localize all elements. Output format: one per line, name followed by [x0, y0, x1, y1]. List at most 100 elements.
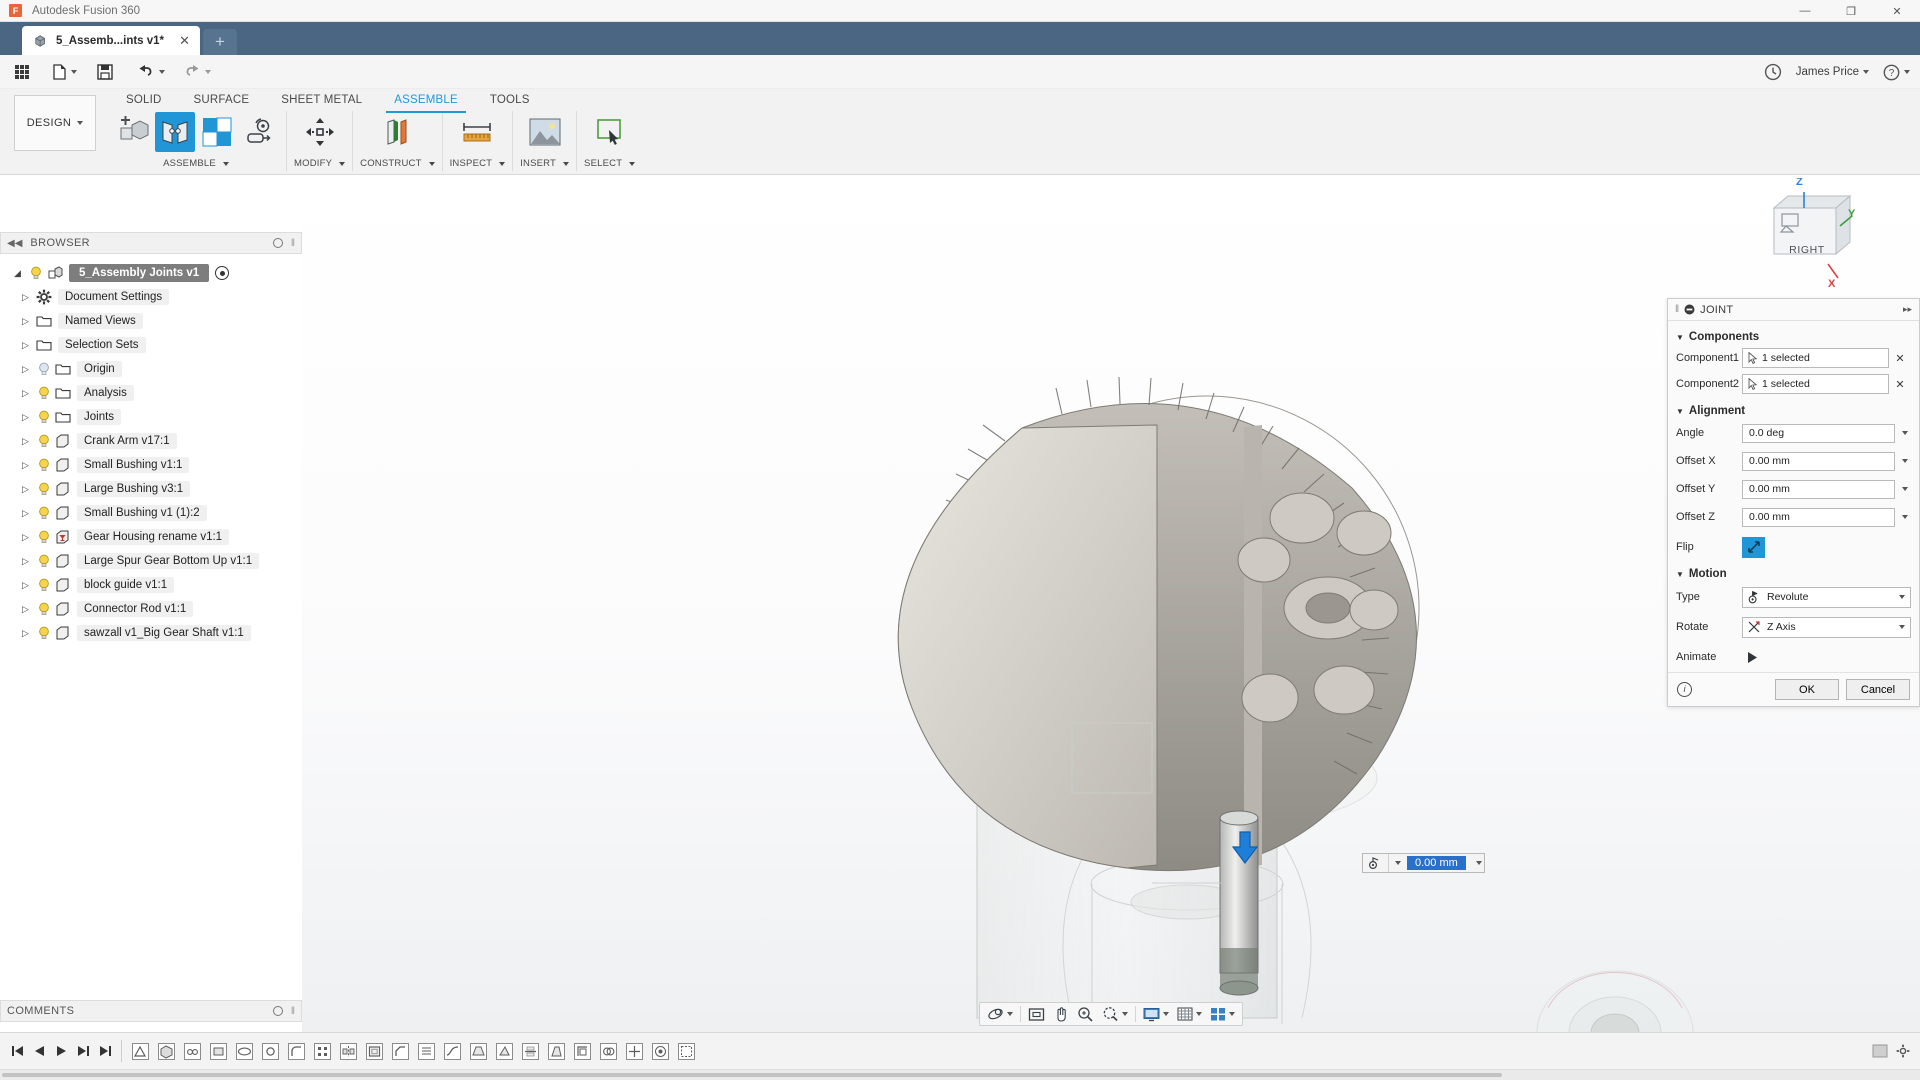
alignment-section-header[interactable]: ▼ Alignment: [1668, 397, 1919, 419]
expand-arrow-icon[interactable]: ▷: [22, 532, 36, 543]
expand-arrow-icon[interactable]: ▷: [22, 484, 36, 495]
offset-z-dropdown-button[interactable]: [1895, 515, 1911, 519]
offset-z-input[interactable]: 0.00 mm: [1742, 507, 1895, 527]
app-grid-button[interactable]: [8, 59, 36, 85]
tree-row-joints[interactable]: ▷ Joints: [0, 405, 302, 429]
timeline-ruler[interactable]: [0, 1069, 1920, 1080]
timeline-feature[interactable]: [205, 1038, 231, 1064]
component1-clear-button[interactable]: ✕: [1889, 352, 1911, 365]
tree-row-analysis[interactable]: ▷ Analysis: [0, 381, 302, 405]
minimize-button[interactable]: —: [1782, 0, 1828, 22]
visibility-bulb-icon[interactable]: [36, 529, 52, 545]
comments-header[interactable]: COMMENTS ‖: [0, 1000, 302, 1022]
timeline-feature[interactable]: [413, 1038, 439, 1064]
tree-row-selection-sets[interactable]: ▷ Selection Sets: [0, 333, 302, 357]
visibility-bulb-icon[interactable]: [36, 361, 52, 377]
new-file-button[interactable]: [46, 59, 83, 85]
expand-arrow-icon[interactable]: ▷: [22, 388, 36, 399]
tree-row-crank-arm[interactable]: ▷ Crank Arm v17:1: [0, 429, 302, 453]
select-button[interactable]: [590, 112, 630, 152]
zoom-button[interactable]: [1073, 1003, 1098, 1025]
ribbon-tab-solid[interactable]: SOLID: [110, 89, 178, 111]
expand-arrow-icon[interactable]: ▷: [22, 580, 36, 591]
value-dropdown-button[interactable]: [1470, 861, 1484, 865]
joint-offset-value[interactable]: 0.00 mm: [1407, 856, 1466, 870]
new-tab-button[interactable]: +: [203, 29, 237, 55]
history-icon[interactable]: [1764, 63, 1782, 81]
offset-y-dropdown-button[interactable]: [1895, 487, 1911, 491]
timeline-play-button[interactable]: [50, 1038, 72, 1064]
redo-button[interactable]: [177, 59, 217, 85]
ribbon-group-label-inspect[interactable]: INSPECT: [450, 158, 506, 171]
visibility-bulb-icon[interactable]: [36, 385, 52, 401]
expand-icon[interactable]: ▸▸: [1903, 304, 1912, 315]
ribbon-group-label-modify[interactable]: MODIFY: [294, 158, 346, 171]
expand-arrow-icon[interactable]: ▷: [22, 436, 36, 447]
ribbon-group-label-assemble[interactable]: ASSEMBLE: [163, 158, 229, 171]
tree-row-named-views[interactable]: ▷ Named Views: [0, 309, 302, 333]
timeline-settings-icon[interactable]: [1896, 1044, 1910, 1058]
ribbon-tab-assemble[interactable]: ASSEMBLE: [378, 89, 474, 113]
timeline-feature[interactable]: [673, 1038, 699, 1064]
timeline-feature[interactable]: [647, 1038, 673, 1064]
timeline-feature[interactable]: [387, 1038, 413, 1064]
expand-arrow-icon[interactable]: ▷: [22, 316, 36, 327]
component1-selection-field[interactable]: 1 selected: [1742, 348, 1889, 368]
expand-arrow-icon[interactable]: ▷: [22, 628, 36, 639]
animate-play-button[interactable]: [1742, 651, 1764, 664]
offset-x-dropdown-button[interactable]: [1895, 459, 1911, 463]
tree-row-big-gear-shaft[interactable]: ▷ sawzall v1_Big Gear Shaft v1:1: [0, 621, 302, 645]
ribbon-group-label-insert[interactable]: INSERT: [520, 158, 570, 171]
timeline-feature[interactable]: [569, 1038, 595, 1064]
angle-dropdown-button[interactable]: [1895, 431, 1911, 435]
timeline-go-end-button[interactable]: [94, 1038, 116, 1064]
panel-resize-handle[interactable]: ‖: [291, 238, 295, 249]
component2-clear-button[interactable]: ✕: [1889, 378, 1911, 391]
workspace-switcher[interactable]: DESIGN: [14, 95, 96, 151]
visibility-bulb-icon[interactable]: [36, 409, 52, 425]
timeline-feature[interactable]: [257, 1038, 283, 1064]
close-icon[interactable]: ✕: [179, 33, 190, 49]
grid-snap-button[interactable]: [1173, 1003, 1206, 1025]
tree-row-document-settings[interactable]: ▷ Document Settings: [0, 285, 302, 309]
expand-arrow-icon[interactable]: ▷: [22, 364, 36, 375]
motion-type-select[interactable]: Revolute: [1742, 586, 1911, 608]
expand-arrow-icon[interactable]: ▷: [22, 292, 36, 303]
expand-arrow-icon[interactable]: ▷: [22, 340, 36, 351]
joint-dialog-header[interactable]: ‖ JOINT ▸▸: [1668, 299, 1919, 321]
tree-row-block-guide[interactable]: ▷ block guide v1:1: [0, 573, 302, 597]
visibility-bulb-icon[interactable]: [36, 601, 52, 617]
undo-button[interactable]: [131, 59, 171, 85]
move-copy-button[interactable]: [300, 112, 340, 152]
timeline-feature[interactable]: [153, 1038, 179, 1064]
tree-row-origin[interactable]: ▷ Origin: [0, 357, 302, 381]
viewport-canvas[interactable]: RIGHT Z Y X 0.00 mm ‖ JOINT ▸▸ ▼ Compone…: [302, 178, 1920, 1032]
visibility-bulb-icon[interactable]: [36, 505, 52, 521]
visibility-bulb-icon[interactable]: [36, 577, 52, 593]
timeline-feature[interactable]: [491, 1038, 517, 1064]
tree-row-gear-housing[interactable]: ▷ Gear Housing rename v1:1: [0, 525, 302, 549]
orbit-button[interactable]: [983, 1003, 1017, 1025]
component2-selection-field[interactable]: 1 selected: [1742, 374, 1889, 394]
joint-type-icon[interactable]: [1363, 854, 1389, 872]
components-section-header[interactable]: ▼ Components: [1668, 327, 1919, 345]
angle-input[interactable]: 0.0 deg: [1742, 423, 1895, 443]
tree-row-small-bushing-2[interactable]: ▷ Small Bushing v1 (1):2: [0, 501, 302, 525]
visibility-bulb-icon[interactable]: [36, 625, 52, 641]
panel-options-icon[interactable]: [272, 238, 283, 248]
expand-arrow-icon[interactable]: ◢: [14, 268, 28, 279]
insert-image-button[interactable]: [525, 112, 565, 152]
panel-options-icon[interactable]: [272, 1006, 283, 1016]
expand-arrow-icon[interactable]: ▷: [22, 412, 36, 423]
expand-arrow-icon[interactable]: ▷: [22, 556, 36, 567]
timeline-feature[interactable]: [127, 1038, 153, 1064]
measure-button[interactable]: [457, 112, 497, 152]
timeline-end-marker-icon[interactable]: [1872, 1044, 1888, 1058]
tree-row-root[interactable]: ◢ 5_Assembly Joints v1: [0, 261, 302, 285]
cancel-button[interactable]: Cancel: [1846, 679, 1910, 700]
timeline-feature[interactable]: [543, 1038, 569, 1064]
offset-x-input[interactable]: 0.00 mm: [1742, 451, 1895, 471]
view-cube[interactable]: RIGHT Z Y X: [1748, 178, 1858, 296]
visibility-bulb-icon[interactable]: [36, 481, 52, 497]
ribbon-group-label-select[interactable]: SELECT: [584, 158, 636, 171]
